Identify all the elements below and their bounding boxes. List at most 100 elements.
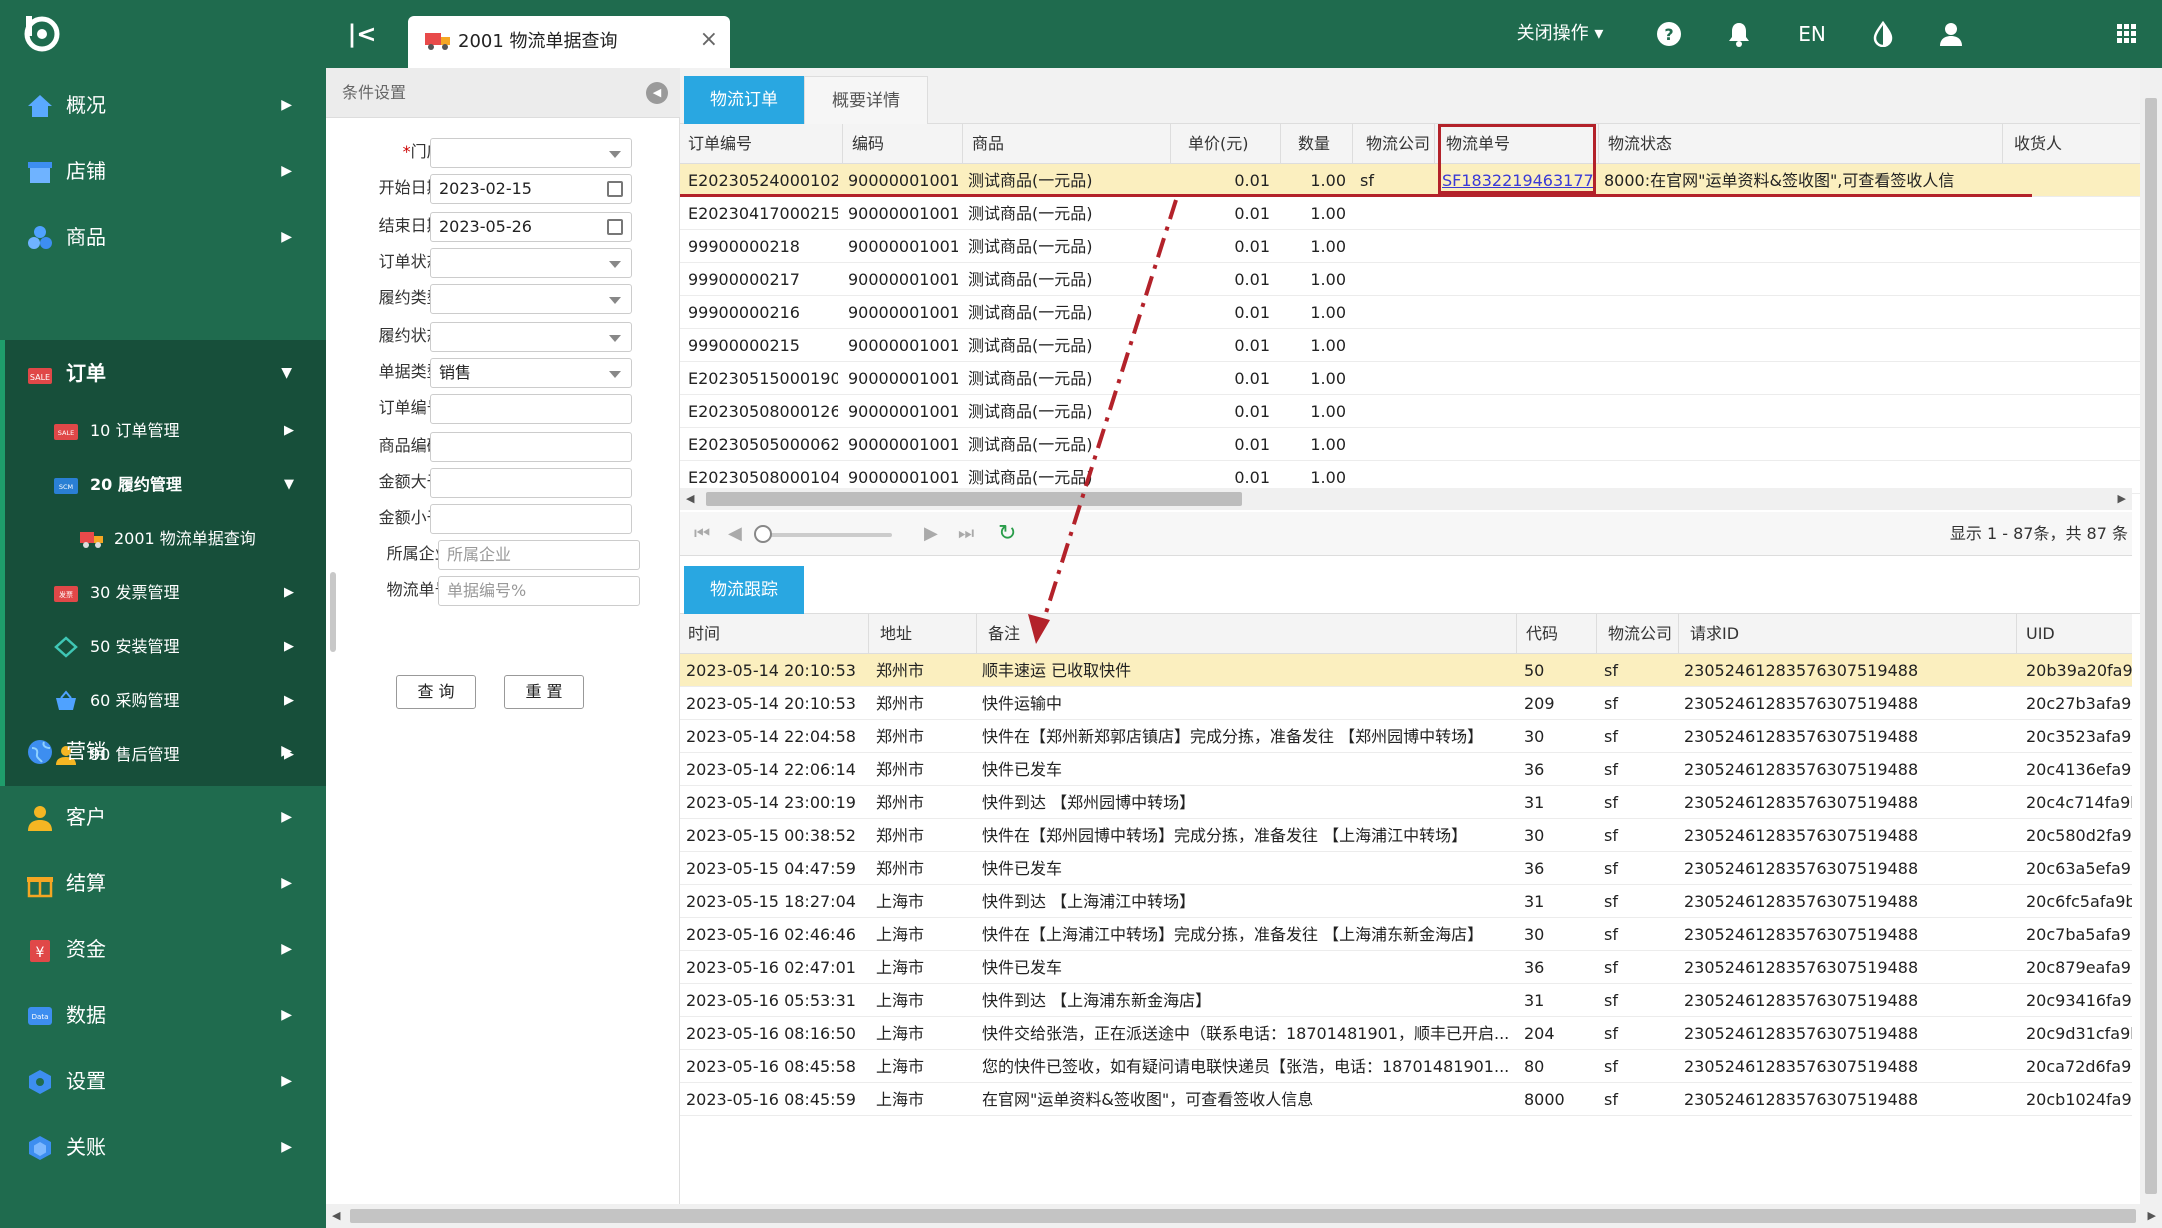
- amount-gt-input[interactable]: [430, 468, 632, 498]
- language-toggle[interactable]: EN: [1792, 0, 1832, 68]
- table-row[interactable]: E20230524000102 90000001001 测试商品(一元品) 0.01 1…: [680, 164, 2162, 197]
- table-row[interactable]: 2023-05-15 18:27:04 上海市 快件到达 【上海浦江中转场】 31 sf…: [680, 885, 2132, 918]
- table-row[interactable]: 2023-05-14 23:00:19 郑州市 快件到达 【郑州园博中转场】 31 sf…: [680, 786, 2132, 819]
- table-row[interactable]: E20230508000126 90000001001 测试商品(一元品) 0.01 1…: [680, 395, 2162, 428]
- table-row[interactable]: 2023-05-16 08:45:59 上海市 在官网"运单资料&签收图"，可查看签…: [680, 1083, 2132, 1116]
- order-no-input[interactable]: [430, 394, 632, 424]
- column-header[interactable]: 时间: [688, 614, 720, 654]
- orders-horizontal-scrollbar[interactable]: ◀ ▶: [680, 488, 2132, 510]
- close-operations-dropdown[interactable]: 关闭操作 ▾: [1500, 0, 1620, 68]
- table-row[interactable]: 99900000216 90000001001 测试商品(一元品) 0.01 1.00: [680, 296, 2162, 329]
- column-header[interactable]: 编码: [852, 124, 884, 164]
- scroll-left-icon[interactable]: ◀: [686, 492, 694, 505]
- sidebar-item-data[interactable]: Data 数据 ▶: [0, 982, 326, 1048]
- scroll-right-icon[interactable]: ▶: [2148, 1209, 2156, 1222]
- page-horizontal-scrollbar[interactable]: ◀ ▶: [326, 1204, 2162, 1228]
- reset-button[interactable]: 重 置: [504, 675, 584, 709]
- tab-logistics-tracking[interactable]: 物流跟踪: [684, 566, 804, 614]
- column-header[interactable]: 订单编号: [688, 124, 752, 164]
- page-vertical-scrollbar[interactable]: [2140, 68, 2162, 1210]
- refresh-icon[interactable]: ↻: [998, 522, 1016, 546]
- table-row[interactable]: 2023-05-16 08:45:58 上海市 您的快件已签收，如有疑问请电联快递员…: [680, 1050, 2132, 1083]
- apps-grid-icon[interactable]: [2110, 0, 2144, 68]
- order-status-select[interactable]: [430, 248, 632, 278]
- query-button[interactable]: 查 询: [396, 675, 476, 709]
- store-select[interactable]: [430, 138, 632, 168]
- table-row[interactable]: 2023-05-16 08:16:50 上海市 快件交给张浩，正在派送途中（联系电话…: [680, 1017, 2132, 1050]
- first-page-icon[interactable]: ⏮: [694, 522, 710, 546]
- collapse-panel-icon[interactable]: ◀: [646, 82, 668, 104]
- table-row[interactable]: 2023-05-14 20:10:53 郑州市 顺丰速运 已收取快件 50 sf 2305…: [680, 654, 2132, 687]
- column-header[interactable]: 单价(元): [1188, 124, 1249, 164]
- sidebar-item-overview[interactable]: 概况 ▶: [0, 72, 326, 138]
- sidebar-item-settlement[interactable]: 结算 ▶: [0, 850, 326, 916]
- end-date-input[interactable]: 2023-05-26: [430, 212, 632, 242]
- table-row[interactable]: 2023-05-15 04:47:59 郑州市 快件已发车 36 sf 230524612…: [680, 852, 2132, 885]
- scroll-right-icon[interactable]: ▶: [2118, 492, 2126, 505]
- column-header[interactable]: UID: [2026, 614, 2055, 654]
- table-row[interactable]: 2023-05-16 05:53:31 上海市 快件到达 【上海浦东新金海店】 31 s…: [680, 984, 2132, 1017]
- column-header[interactable]: 物流状态: [1608, 124, 1672, 164]
- user-icon[interactable]: [1934, 0, 1968, 68]
- sidebar-item-close-account[interactable]: 关账 ▶: [0, 1114, 326, 1180]
- table-row[interactable]: 2023-05-14 22:06:14 郑州市 快件已发车 36 sf 230524612…: [680, 753, 2132, 786]
- table-row[interactable]: 99900000217 90000001001 测试商品(一元品) 0.01 1.00: [680, 263, 2162, 296]
- sidebar-item-order[interactable]: SALE 订单 ▼: [0, 340, 326, 406]
- sidebar-item-shop[interactable]: 店铺 ▶: [0, 138, 326, 204]
- table-row[interactable]: 2023-05-14 20:10:53 郑州市 快件运输中 209 sf 23052461…: [680, 687, 2132, 720]
- scrollbar-thumb[interactable]: [706, 492, 1242, 506]
- scrollbar-thumb[interactable]: [350, 1209, 2136, 1223]
- sidebar-item-goods[interactable]: 商品 ▶: [0, 204, 326, 270]
- sidebar-item-customer[interactable]: 客户 ▶: [0, 784, 326, 850]
- column-header[interactable]: 地址: [880, 614, 912, 654]
- start-date-input[interactable]: 2023-02-15: [430, 174, 632, 204]
- goods-code-input[interactable]: [430, 432, 632, 462]
- doc-type-select[interactable]: 销售: [430, 358, 632, 388]
- help-icon[interactable]: ?: [1652, 0, 1686, 68]
- sidebar-item-funds[interactable]: ¥ 资金 ▶: [0, 916, 326, 982]
- column-header[interactable]: 物流公司: [1366, 124, 1430, 164]
- column-header[interactable]: 数量: [1298, 124, 1330, 164]
- sidebar-item-settings[interactable]: 设置 ▶: [0, 1048, 326, 1114]
- submenu-order-management[interactable]: SALE 10 订单管理 ▶: [0, 404, 326, 458]
- fulfil-status-select[interactable]: [430, 322, 632, 352]
- submenu-install[interactable]: 50 安装管理 ▶: [0, 620, 326, 674]
- calendar-icon[interactable]: [607, 181, 623, 197]
- company-input[interactable]: 所属企业: [438, 540, 640, 570]
- scroll-left-icon[interactable]: ◀: [332, 1209, 340, 1222]
- column-header[interactable]: 收货人: [2014, 124, 2062, 164]
- logistics-no-input[interactable]: 单据编号%: [438, 576, 640, 606]
- fulfil-type-select[interactable]: [430, 284, 632, 314]
- collapse-sidebar-icon[interactable]: |<: [346, 18, 378, 50]
- table-row[interactable]: 2023-05-16 02:46:46 上海市 快件在【上海浦江中转场】完成分拣，准…: [680, 918, 2132, 951]
- table-row[interactable]: 99900000218 90000001001 测试商品(一元品) 0.01 1.00: [680, 230, 2162, 263]
- tab-logistics-orders[interactable]: 物流订单: [684, 76, 804, 124]
- column-header[interactable]: 商品: [972, 124, 1004, 164]
- table-row[interactable]: 99900000215 90000001001 测试商品(一元品) 0.01 1.00: [680, 329, 2162, 362]
- last-page-icon[interactable]: ⏭: [958, 522, 974, 546]
- calendar-icon[interactable]: [607, 219, 623, 235]
- table-row[interactable]: E20230505000062 90000001001 测试商品(一元品) 0.01 1…: [680, 428, 2162, 461]
- amount-lt-input[interactable]: [430, 504, 632, 534]
- column-header[interactable]: 物流公司: [1608, 614, 1672, 654]
- table-row[interactable]: E20230515000190 90000001001 测试商品(一元品) 0.01 1…: [680, 362, 2162, 395]
- page-slider-track[interactable]: [762, 533, 892, 537]
- prev-page-icon[interactable]: ◀: [728, 522, 742, 546]
- column-header[interactable]: 请求ID: [1690, 614, 1739, 654]
- column-header[interactable]: 代码: [1526, 614, 1558, 654]
- sidebar-item-marketing[interactable]: 营销 ▶: [0, 718, 326, 784]
- table-row[interactable]: E20230417000215 90000001001 测试商品(一元品) 0.01 1…: [680, 197, 2162, 230]
- close-icon[interactable]: ×: [700, 28, 718, 52]
- column-header[interactable]: 备注: [988, 614, 1020, 654]
- table-row[interactable]: 2023-05-15 00:38:52 郑州市 快件在【郑州园博中转场】完成分拣，准…: [680, 819, 2132, 852]
- tab-summary-details[interactable]: 概要详情: [804, 76, 928, 124]
- scrollbar-thumb[interactable]: [2145, 98, 2157, 1194]
- page-slider-knob[interactable]: [754, 525, 772, 543]
- tab-logistics-query[interactable]: 2001 物流单据查询 ×: [408, 16, 730, 68]
- theme-contrast-icon[interactable]: [1866, 0, 1900, 68]
- submenu-logistics-query[interactable]: 2001 物流单据查询: [0, 512, 326, 566]
- submenu-fulfilment[interactable]: SCM 20 履约管理 ▼: [0, 458, 326, 512]
- next-page-icon[interactable]: ▶: [924, 522, 938, 546]
- table-row[interactable]: 2023-05-14 22:04:58 郑州市 快件在【郑州新郑郭店镇店】完成分拣，…: [680, 720, 2132, 753]
- submenu-invoice[interactable]: 发票 30 发票管理 ▶: [0, 566, 326, 620]
